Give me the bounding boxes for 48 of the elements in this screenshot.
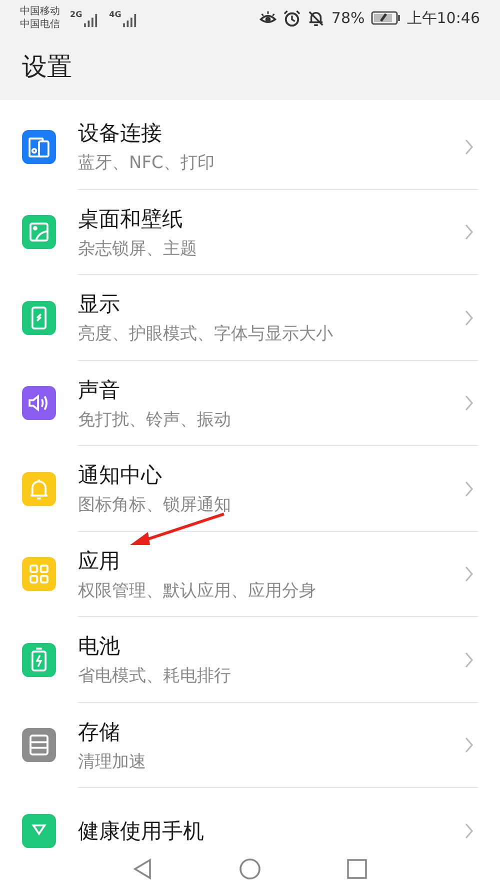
alarm-icon: [283, 10, 302, 26]
item-title: 桌面和壁纸: [78, 206, 184, 233]
item-title: 健康使用手机: [78, 818, 205, 845]
battery-percent: 78%: [331, 9, 365, 27]
chevron-icon: [464, 650, 474, 669]
settings-item[interactable]: 声音 免打扰、铃声、振动: [0, 360, 500, 446]
carrier-name: 中国电信: [20, 18, 60, 31]
network-type: 2G: [70, 10, 82, 18]
page-title: 设置: [21, 51, 73, 83]
signal-icon: [84, 14, 100, 26]
item-subtitle: 亮度、护眼模式、字体与显示大小: [78, 323, 334, 346]
chevron-icon: [464, 822, 474, 840]
muted-bell-icon: [307, 10, 326, 26]
clock-time: 上午10:46: [406, 8, 480, 28]
chevron-icon: [464, 138, 474, 156]
chevron-icon: [464, 480, 474, 498]
home-icon[interactable]: [238, 858, 261, 880]
item-title: 显示: [78, 291, 121, 318]
network-type: 4G: [109, 10, 122, 18]
chevron-icon: [464, 394, 474, 412]
settings-item[interactable]: 桌面和壁纸 杂志锁屏、主题: [0, 190, 500, 275]
item-title: 声音: [78, 376, 121, 404]
settings-item[interactable]: 显示 亮度、护眼模式、字体与显示大小: [0, 275, 500, 360]
chevron-icon: [464, 308, 474, 327]
settings-item[interactable]: 设备连接 蓝牙、NFC、打印: [0, 104, 500, 190]
item-title: 电池: [78, 633, 121, 660]
chevron-icon: [464, 565, 474, 584]
settings-item[interactable]: 应用 权限管理、默认应用、应用分身: [0, 532, 500, 617]
battery-icon: [370, 11, 401, 25]
item-subtitle: 权限管理、默认应用、应用分身: [78, 580, 317, 602]
item-subtitle: 清理加速: [78, 750, 147, 773]
item-subtitle: 杂志锁屏、主题: [78, 238, 198, 260]
item-subtitle: 免打扰、铃声、振动: [78, 408, 232, 431]
recents-icon[interactable]: [346, 858, 368, 880]
item-title: 存储: [78, 718, 121, 746]
chevron-icon: [464, 223, 474, 242]
item-title: 通知中心: [78, 462, 163, 490]
settings-item[interactable]: 通知中心 图标角标、锁屏通知: [0, 446, 500, 532]
item-subtitle: 蓝牙、NFC、打印: [78, 152, 216, 174]
signal-icon: [123, 14, 138, 26]
chevron-icon: [464, 736, 474, 754]
item-title: 设备连接: [78, 120, 163, 148]
item-title: 应用: [78, 548, 121, 575]
item-subtitle: 图标角标、锁屏通知: [78, 494, 232, 516]
carrier-name: 中国移动: [20, 5, 60, 18]
settings-item[interactable]: 存储 清理加速: [0, 702, 500, 788]
settings-item[interactable]: 电池 省电模式、耗电排行: [0, 617, 500, 702]
item-subtitle: 省电模式、耗电排行: [78, 665, 232, 688]
